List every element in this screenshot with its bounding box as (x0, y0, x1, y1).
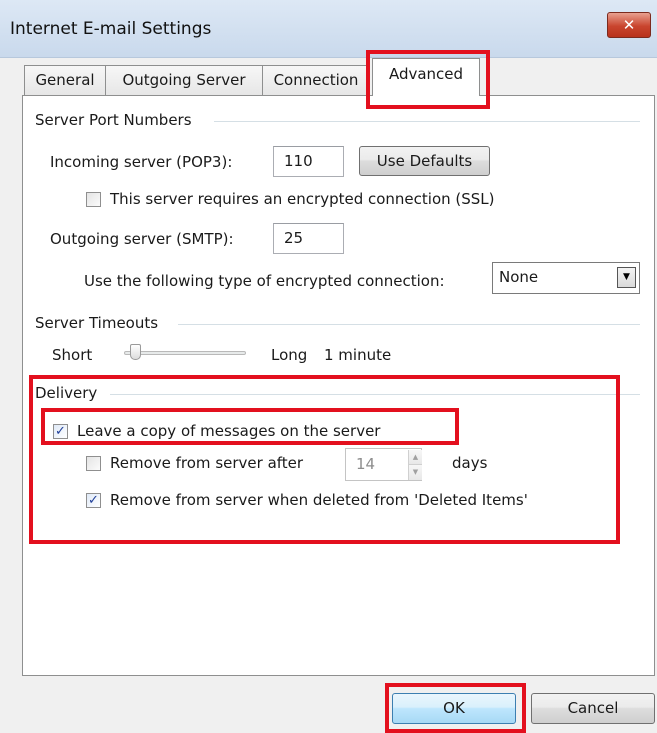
panel-content: Server Port Numbers Incoming server (POP… (0, 0, 657, 733)
incoming-port-input[interactable]: 110 (273, 146, 344, 177)
spin-down-icon[interactable]: ▼ (409, 465, 422, 480)
encryption-type-select[interactable]: None ▼ (492, 262, 640, 294)
group-divider (110, 394, 640, 395)
incoming-port-value: 110 (284, 152, 313, 170)
encryption-type-value: None (499, 268, 539, 286)
outgoing-port-input[interactable]: 25 (273, 223, 344, 254)
timeout-short-label: Short (52, 346, 93, 364)
remove-after-checkbox[interactable] (86, 456, 101, 471)
spin-up-icon[interactable]: ▲ (409, 450, 422, 465)
remove-deleted-label: Remove from server when deleted from 'De… (110, 491, 528, 509)
incoming-server-label: Incoming server (POP3): (50, 153, 233, 171)
timeout-value: 1 minute (324, 346, 392, 364)
remove-after-days-spinner[interactable]: 14 ▲ ▼ (345, 448, 422, 481)
outgoing-server-label: Outgoing server (SMTP): (50, 230, 234, 248)
server-timeouts-heading: Server Timeouts (35, 314, 159, 332)
remove-deleted-checkbox[interactable]: ✓ (86, 493, 101, 508)
leave-copy-label: Leave a copy of messages on the server (77, 422, 381, 440)
delivery-heading: Delivery (35, 384, 98, 402)
group-divider (214, 121, 640, 122)
leave-copy-checkbox[interactable]: ✓ (53, 424, 68, 439)
ok-button[interactable]: OK (392, 693, 516, 724)
ok-label: OK (443, 699, 465, 717)
ssl-label: This server requires an encrypted connec… (110, 190, 495, 208)
check-icon: ✓ (88, 493, 99, 508)
spinner-buttons: ▲ ▼ (408, 450, 422, 480)
check-icon: ✓ (55, 424, 66, 439)
ssl-checkbox[interactable] (86, 192, 101, 207)
encryption-type-label: Use the following type of encrypted conn… (84, 272, 445, 290)
outgoing-port-value: 25 (284, 229, 304, 247)
days-label: days (452, 454, 488, 472)
use-defaults-button[interactable]: Use Defaults (359, 146, 490, 176)
server-port-numbers-heading: Server Port Numbers (35, 111, 192, 129)
cancel-button[interactable]: Cancel (531, 693, 655, 724)
cancel-label: Cancel (567, 699, 619, 717)
group-divider (178, 324, 640, 325)
use-defaults-label: Use Defaults (376, 152, 473, 170)
remove-after-days-value: 14 (356, 455, 376, 473)
chevron-down-icon[interactable]: ▼ (617, 267, 636, 288)
timeout-slider-track[interactable] (124, 351, 246, 355)
remove-after-label: Remove from server after (110, 454, 304, 472)
timeout-long-label: Long (271, 346, 308, 364)
timeout-slider-thumb[interactable] (130, 344, 141, 360)
